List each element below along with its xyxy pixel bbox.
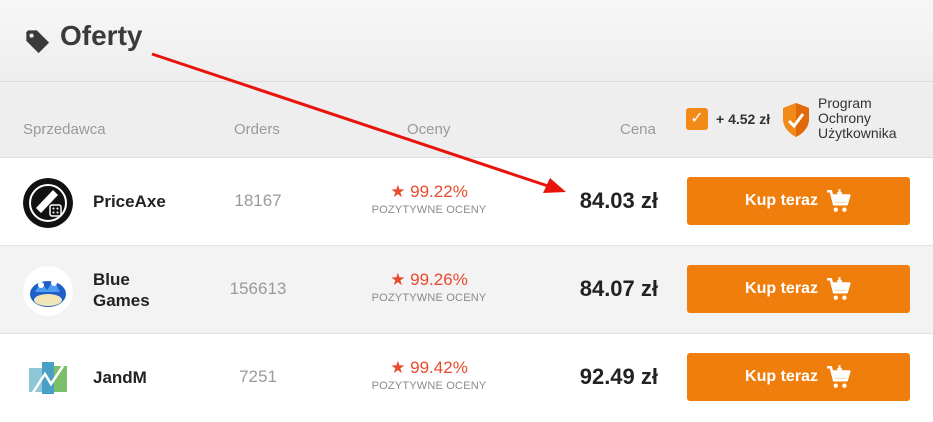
protection-checkbox[interactable]: ✓ [686, 108, 708, 130]
protection-fee: + 4.52 zł [716, 111, 771, 127]
seller-rating: ★ 99.42% POZYTYWNE OCENY [350, 358, 508, 392]
column-rating: Oceny [407, 121, 451, 138]
column-price: Cena [620, 121, 656, 138]
cart-icon [827, 189, 851, 212]
column-seller: Sprzedawca [23, 121, 106, 138]
seller-logo-jandm [23, 354, 73, 404]
orders-count: 18167 [234, 191, 282, 210]
rating-percent: ★ 99.26% [390, 270, 468, 289]
offer-price: 92.49 zł [579, 364, 658, 389]
seller-name[interactable]: PriceAxe [93, 191, 193, 212]
seller-name-line: Blue [93, 270, 130, 289]
seller-name-line: JandM [93, 368, 147, 387]
seller-logo-priceaxe [23, 178, 73, 228]
offer-row: PriceAxe 18167 ★ 99.22% POZYTYWNE OCENY … [0, 158, 933, 246]
rating-percent: ★ 99.22% [390, 182, 468, 201]
buy-now-button[interactable]: Kup teraz [687, 265, 910, 313]
offer-price: 84.03 zł [579, 188, 658, 213]
offers-header: Oferty [0, 0, 933, 82]
offer-row: JandM 7251 ★ 99.42% POZYTYWNE OCENY 92.4… [0, 334, 933, 422]
protection-program-label: Program Ochrony Użytkownika [818, 96, 928, 141]
protection-label-line: Użytkownika [818, 125, 897, 141]
offer-row: Blue Games 156613 ★ 99.26% POZYTYWNE OCE… [0, 246, 933, 334]
cart-icon [827, 365, 851, 388]
rating-label: POZYTYWNE OCENY [371, 292, 487, 304]
cart-icon [827, 277, 851, 300]
seller-rating: ★ 99.22% POZYTYWNE OCENY [350, 182, 508, 216]
page-title: Oferty [60, 20, 143, 51]
tag-icon [26, 30, 50, 54]
shield-icon [783, 103, 809, 137]
buy-now-button[interactable]: Kup teraz [687, 353, 910, 401]
rating-percent: ★ 99.42% [390, 358, 468, 377]
column-orders: Orders [234, 121, 280, 138]
buy-button-label: Kup teraz [745, 368, 818, 385]
seller-rating: ★ 99.26% POZYTYWNE OCENY [350, 270, 508, 304]
offer-price: 84.07 zł [579, 276, 658, 301]
table-header: Sprzedawca Orders Oceny Cena ✓ + 4.52 zł… [0, 82, 933, 158]
rating-label: POZYTYWNE OCENY [371, 204, 487, 216]
orders-count: 156613 [229, 279, 287, 298]
buy-button-label: Kup teraz [745, 280, 818, 297]
protection-label-line: Ochrony [818, 110, 871, 126]
seller-name[interactable]: Blue Games [93, 269, 193, 311]
protection-label-line: Program [818, 95, 872, 111]
rating-label: POZYTYWNE OCENY [371, 380, 487, 392]
seller-name[interactable]: JandM [93, 367, 193, 388]
buy-now-button[interactable]: Kup teraz [687, 177, 910, 225]
orders-count: 7251 [239, 367, 277, 386]
seller-name-line: Games [93, 291, 150, 310]
seller-name-line: PriceAxe [93, 192, 166, 211]
buyer-protection: ✓ + 4.52 zł Program Ochrony Użytkownika [686, 96, 926, 146]
buy-button-label: Kup teraz [745, 192, 818, 209]
seller-logo-blue-games [23, 266, 73, 316]
